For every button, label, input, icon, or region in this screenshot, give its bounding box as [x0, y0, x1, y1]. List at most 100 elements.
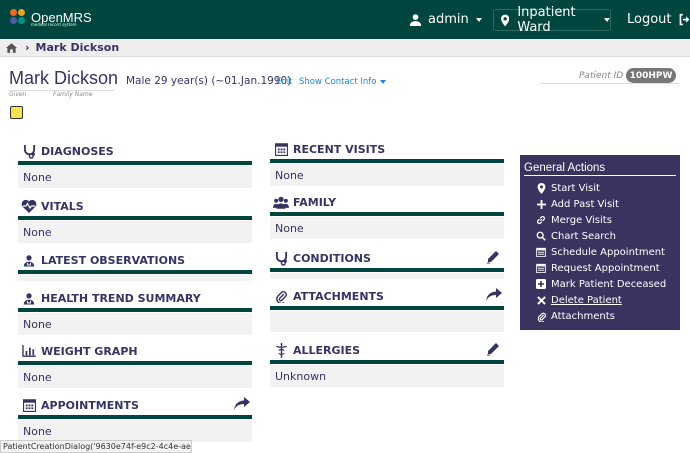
weight-graph-widget: WEIGHT GRAPH None — [18, 341, 252, 388]
show-contact-label: Show Contact Info — [299, 77, 377, 87]
action-delete-patient[interactable]: Delete Patient — [524, 292, 680, 308]
search-icon — [536, 231, 546, 241]
attachments-header: ATTACHMENTS — [270, 286, 504, 310]
sticky-note-icon[interactable] — [10, 106, 23, 119]
weight-graph-value: None — [18, 366, 252, 388]
conditions-body — [270, 273, 504, 279]
action-start-visit[interactable]: Start Visit — [524, 180, 680, 196]
location-pin-icon — [536, 182, 546, 194]
openmrs-logo-icon — [10, 9, 26, 25]
action-label: Request Appointment — [551, 262, 660, 274]
chevron-down-icon — [604, 18, 610, 22]
user-menu[interactable]: admin — [409, 12, 482, 27]
breadcrumb-patient[interactable]: Mark Dickson — [36, 41, 120, 54]
paperclip-icon — [273, 288, 289, 304]
recent-visits-title: RECENT VISITS — [293, 142, 386, 156]
action-label: Schedule Appointment — [551, 246, 665, 258]
health-trend-widget: HEALTH TREND SUMMARY None — [18, 288, 252, 335]
home-icon[interactable] — [6, 42, 17, 53]
user-icon — [409, 14, 422, 26]
diagnoses-value: None — [18, 166, 252, 188]
location-selector[interactable]: Inpatient Ward — [493, 5, 611, 35]
latest-observations-widget: LATEST OBSERVATIONS — [18, 250, 252, 281]
vitals-widget: VITALS None — [18, 196, 252, 243]
allergies-widget: ALLERGIES Unknown — [270, 340, 504, 387]
family-header: FAMILY — [270, 192, 504, 216]
latest-observations-header: LATEST OBSERVATIONS — [18, 250, 252, 274]
family-value: None — [270, 217, 504, 239]
attachments-widget: ATTACHMENTS — [270, 286, 504, 332]
action-request-appointment[interactable]: Request Appointment — [524, 260, 680, 276]
action-schedule-appointment[interactable]: Schedule Appointment — [524, 244, 680, 260]
logout-label: Logout — [627, 12, 672, 27]
logout-icon — [679, 13, 689, 26]
app-tagline: medical record system — [31, 22, 77, 27]
recent-visits-value: None — [270, 164, 504, 186]
latest-observations-body — [18, 275, 252, 281]
edit-patient-link[interactable]: Edit — [276, 77, 292, 87]
calendar-icon — [536, 263, 546, 273]
share-arrow-icon[interactable] — [486, 288, 502, 304]
calendar-icon — [536, 247, 546, 257]
action-label: Merge Visits — [551, 214, 612, 226]
medical-caduceus-icon — [273, 342, 289, 358]
bar-chart-icon — [21, 343, 37, 359]
recent-visits-header: RECENT VISITS — [270, 139, 504, 163]
weight-graph-title: WEIGHT GRAPH — [41, 344, 138, 358]
action-add-past-visit[interactable]: Add Past Visit — [524, 196, 680, 212]
calendar-icon — [21, 397, 37, 413]
recent-visits-widget: RECENT VISITS None — [270, 139, 504, 186]
action-label: Start Visit — [551, 182, 600, 194]
vitals-value: None — [18, 221, 252, 243]
appointments-widget: APPOINTMENTS None — [18, 395, 252, 442]
action-merge-visits[interactable]: Merge Visits — [524, 212, 680, 228]
paperclip-icon — [536, 311, 546, 322]
plus-square-icon — [536, 279, 546, 289]
vitals-title: VITALS — [41, 199, 84, 213]
share-arrow-icon[interactable] — [234, 397, 250, 413]
health-trend-title: HEALTH TREND SUMMARY — [41, 291, 201, 305]
openmrs-logo[interactable]: OpenMRS medical record system — [10, 9, 92, 27]
pencil-icon[interactable] — [486, 250, 502, 266]
show-contact-info-link[interactable]: Show Contact Info — [299, 77, 386, 87]
conditions-title: CONDITIONS — [293, 251, 371, 265]
health-trend-value: None — [18, 313, 252, 335]
attachments-body — [270, 311, 504, 332]
patient-id-divider — [539, 83, 679, 84]
appointments-title: APPOINTMENTS — [41, 398, 139, 412]
allergies-header: ALLERGIES — [270, 340, 504, 364]
chevron-down-icon — [475, 17, 482, 22]
health-trend-header: HEALTH TREND SUMMARY — [18, 288, 252, 312]
allergies-title: ALLERGIES — [293, 343, 361, 357]
action-chart-search[interactable]: Chart Search — [524, 228, 680, 244]
allergies-value: Unknown — [270, 365, 504, 387]
patient-id-label: Patient ID — [579, 71, 624, 81]
chevron-down-icon — [379, 80, 386, 84]
pencil-icon[interactable] — [486, 342, 502, 358]
user-md-icon — [21, 252, 37, 268]
breadcrumb-separator: › — [25, 41, 30, 54]
attachments-title: ATTACHMENTS — [293, 289, 384, 303]
map-marker-icon — [501, 14, 510, 26]
diagnoses-header: DIAGNOSES — [18, 141, 252, 165]
action-label: Add Past Visit — [551, 198, 619, 210]
general-actions-panel: General Actions Start Visit Add Past Vis… — [520, 155, 680, 330]
vitals-header: VITALS — [18, 196, 252, 220]
link-icon — [536, 215, 546, 225]
appointments-value: None — [18, 420, 252, 442]
diagnoses-title: DIAGNOSES — [41, 144, 114, 158]
conditions-header: CONDITIONS — [270, 248, 504, 272]
heartbeat-icon — [21, 198, 37, 214]
action-label: Mark Patient Deceased — [551, 278, 667, 290]
family-name-label: Family Name — [53, 91, 93, 98]
action-label: Delete Patient — [551, 294, 622, 306]
action-attachments[interactable]: Attachments — [524, 308, 680, 324]
patient-name: Mark Dickson — [9, 68, 119, 88]
weight-graph-header: WEIGHT GRAPH — [18, 341, 252, 365]
logout-link[interactable]: Logout — [627, 12, 690, 27]
stethoscope-icon — [21, 143, 37, 159]
diagnoses-widget: DIAGNOSES None — [18, 141, 252, 188]
general-actions-list: Start Visit Add Past Visit Merge Visits … — [524, 180, 680, 324]
plus-icon — [536, 199, 546, 209]
action-mark-patient-deceased[interactable]: Mark Patient Deceased — [524, 276, 680, 292]
